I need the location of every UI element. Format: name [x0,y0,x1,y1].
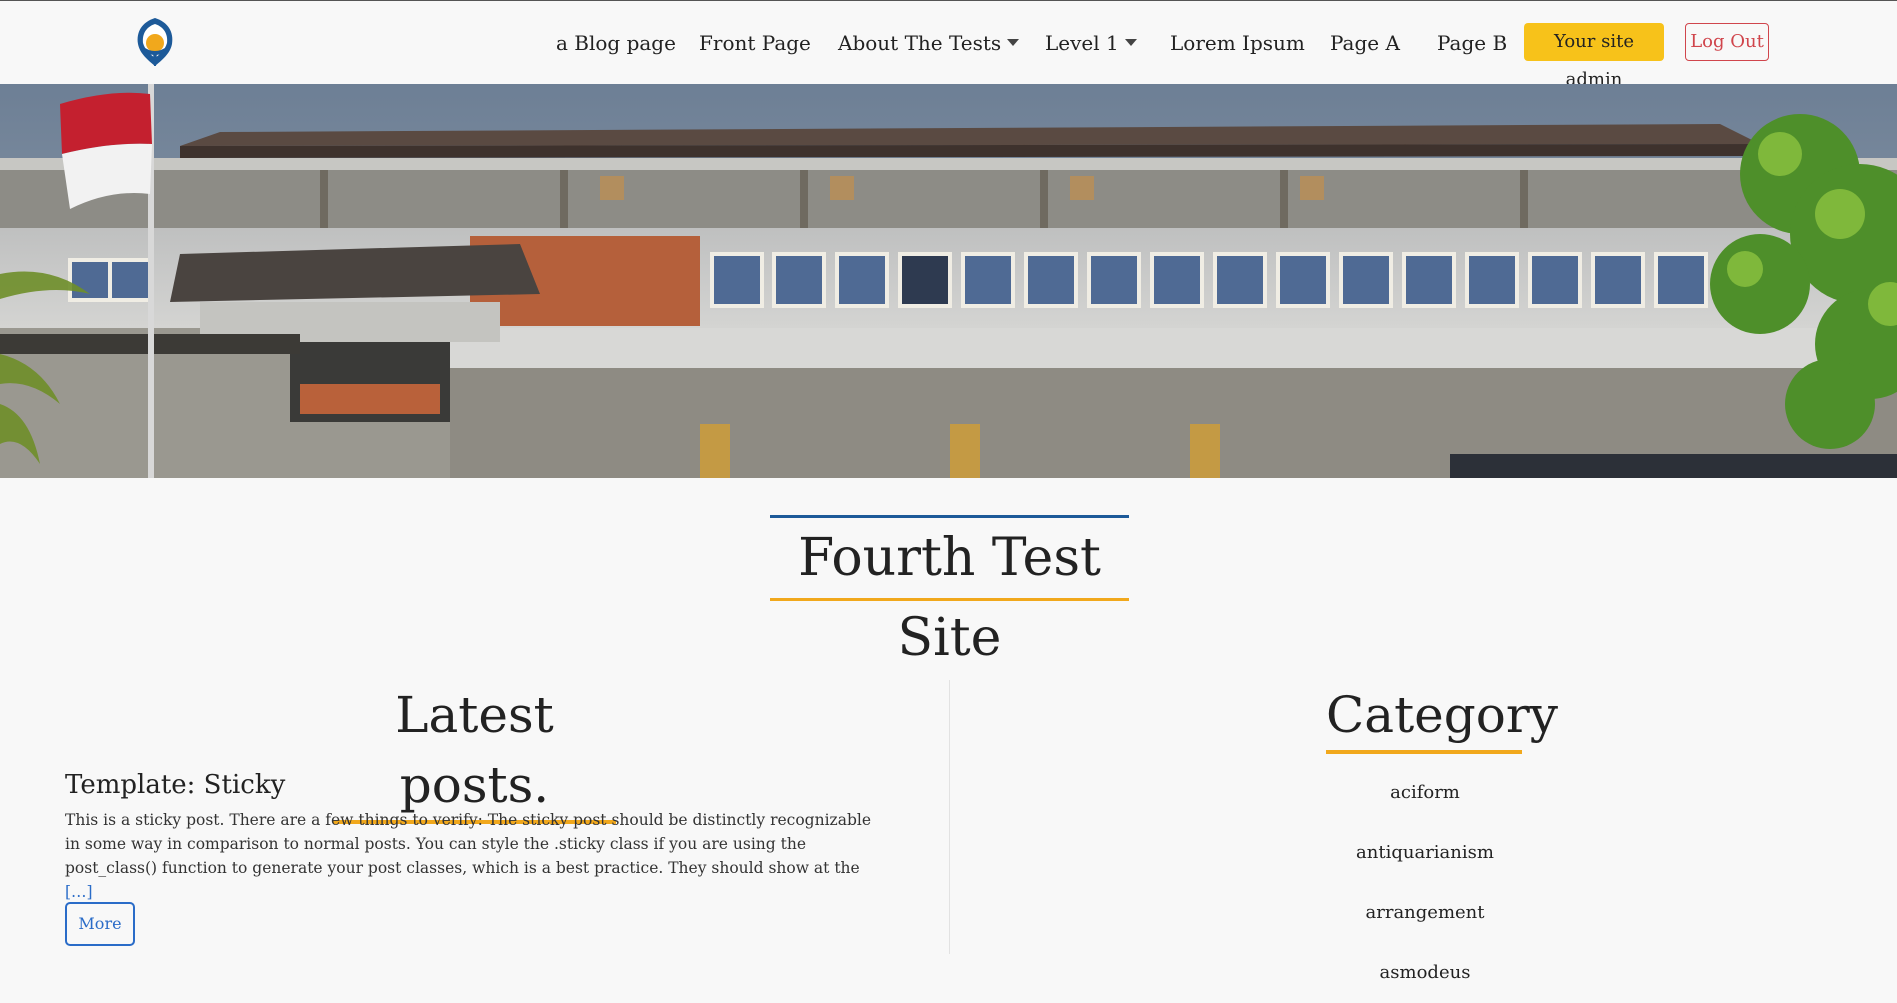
chevron-down-icon [1007,39,1020,46]
nav-item-front-page[interactable]: Front Page [699,23,811,63]
category-list: aciform antiquarianism arrangement asmod… [1325,763,1525,1003]
latest-posts-heading: Latest posts. [395,686,554,814]
category-item[interactable]: arrangement [1325,883,1525,943]
university-logo-icon[interactable] [132,16,178,68]
chevron-down-icon [1124,39,1137,46]
nav-item-page-a[interactable]: Page A [1330,23,1400,63]
latest-posts-heading-block: Latest posts. [333,680,616,824]
top-navbar: a Blog page Front Page About The Tests L… [0,0,1897,90]
nav-item-lorem-ipsum[interactable]: Lorem Ipsum [1170,23,1305,63]
nav-item-level-1[interactable]: Level 1 [1045,23,1137,63]
hero-banner-image [0,84,1897,478]
site-admin-button[interactable]: Your site admin [1524,23,1664,90]
site-title-block: Fourth Test Site [770,515,1129,668]
post-excerpt: This is a sticky post. There are a few t… [65,811,871,901]
nav-item-blog-page[interactable]: a Blog page [556,23,676,63]
heading-underline [1326,750,1522,754]
category-heading-block: Category [1326,680,1559,754]
nav-item-about-the-tests[interactable]: About The Tests [838,23,1020,63]
logout-button[interactable]: Log Out [1685,23,1769,61]
building-photo [0,84,1897,478]
column-divider [949,680,950,954]
category-item[interactable]: asmodeus [1325,943,1525,1003]
site-title: Fourth Test Site [798,528,1101,668]
post-title[interactable]: Template: Sticky [65,770,285,800]
read-more-link[interactable]: […] [65,883,93,901]
nav-item-page-b[interactable]: Page B [1437,23,1507,63]
category-item[interactable]: aciform [1325,763,1525,823]
category-heading: Category [1326,686,1559,744]
category-item[interactable]: antiquarianism [1325,823,1525,883]
more-button[interactable]: More [65,902,135,946]
